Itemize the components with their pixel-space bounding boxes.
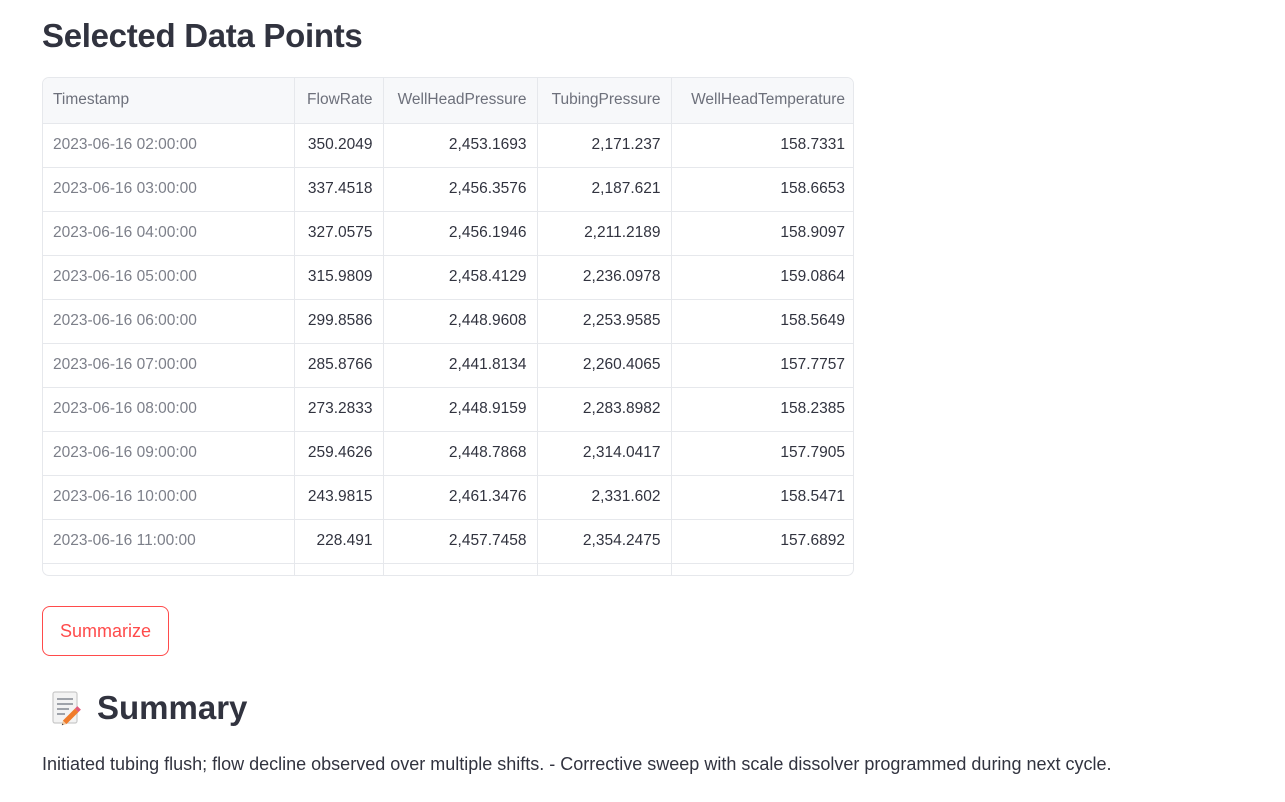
cell-wellheadtemperature[interactable]: 158.6653 — [671, 167, 853, 212]
cell-timestamp[interactable]: 2023-06-16 04:00:00 — [43, 211, 295, 256]
summary-text: Initiated tubing flush; flow decline obs… — [42, 754, 1112, 774]
cell-tubingpressure[interactable]: 2,253.9585 — [537, 299, 672, 344]
summarize-button[interactable]: Summarize — [42, 606, 169, 656]
cell-tubingpressure[interactable]: 2,260.4065 — [537, 343, 672, 388]
column-header-timestamp[interactable]: Timestamp — [43, 78, 295, 124]
table-row: 2023-06-16 02:00:00 350.2049 2,453.1693 … — [43, 123, 853, 168]
memo-icon — [50, 689, 84, 727]
cell-timestamp[interactable]: 2023-06-16 02:00:00 — [43, 123, 295, 168]
cell-timestamp[interactable]: 2023-06-16 07:00:00 — [43, 343, 295, 388]
cell-empty — [43, 563, 295, 575]
cell-flowrate[interactable]: 315.9809 — [294, 255, 384, 300]
data-table[interactable]: Timestamp FlowRate WellHeadPressure Tubi… — [42, 77, 854, 576]
cell-wellheadtemperature[interactable]: 158.5471 — [671, 475, 853, 520]
column-header-tubingpressure[interactable]: TubingPressure — [537, 78, 672, 124]
table-row: 2023-06-16 06:00:00 299.8586 2,448.9608 … — [43, 299, 853, 344]
cell-wellheadtemperature[interactable]: 158.2385 — [671, 387, 853, 432]
cell-wellheadpressure[interactable]: 2,458.4129 — [383, 255, 538, 300]
cell-wellheadtemperature[interactable]: 158.5649 — [671, 299, 853, 344]
cell-tubingpressure[interactable]: 2,354.2475 — [537, 519, 672, 564]
cell-empty — [537, 563, 672, 575]
cell-wellheadtemperature[interactable]: 158.9097 — [671, 211, 853, 256]
cell-timestamp[interactable]: 2023-06-16 05:00:00 — [43, 255, 295, 300]
cell-timestamp[interactable]: 2023-06-16 09:00:00 — [43, 431, 295, 476]
page-title: Selected Data Points — [42, 17, 363, 54]
cell-wellheadtemperature[interactable]: 157.7757 — [671, 343, 853, 388]
cell-timestamp[interactable]: 2023-06-16 03:00:00 — [43, 167, 295, 212]
cell-flowrate[interactable]: 299.8586 — [294, 299, 384, 344]
cell-tubingpressure[interactable]: 2,171.237 — [537, 123, 672, 168]
cell-wellheadpressure[interactable]: 2,448.9608 — [383, 299, 538, 344]
cell-wellheadpressure[interactable]: 2,441.8134 — [383, 343, 538, 388]
cell-flowrate[interactable]: 337.4518 — [294, 167, 384, 212]
table-row-partial — [43, 563, 853, 575]
cell-timestamp[interactable]: 2023-06-16 10:00:00 — [43, 475, 295, 520]
table-row: 2023-06-16 05:00:00 315.9809 2,458.4129 … — [43, 255, 853, 300]
cell-empty — [671, 563, 853, 575]
cell-wellheadpressure[interactable]: 2,456.1946 — [383, 211, 538, 256]
cell-tubingpressure[interactable]: 2,331.602 — [537, 475, 672, 520]
cell-timestamp[interactable]: 2023-06-16 11:00:00 — [43, 519, 295, 564]
cell-wellheadpressure[interactable]: 2,457.7458 — [383, 519, 538, 564]
cell-flowrate[interactable]: 243.9815 — [294, 475, 384, 520]
cell-tubingpressure[interactable]: 2,283.8982 — [537, 387, 672, 432]
cell-flowrate[interactable]: 350.2049 — [294, 123, 384, 168]
summary-heading-text: Summary — [97, 689, 248, 726]
cell-timestamp[interactable]: 2023-06-16 08:00:00 — [43, 387, 295, 432]
cell-wellheadtemperature[interactable]: 159.0864 — [671, 255, 853, 300]
table-row: 2023-06-16 09:00:00 259.4626 2,448.7868 … — [43, 431, 853, 476]
summary-heading: Summary — [50, 686, 247, 730]
cell-wellheadtemperature[interactable]: 158.7331 — [671, 123, 853, 168]
cell-tubingpressure[interactable]: 2,187.621 — [537, 167, 672, 212]
column-header-flowrate[interactable]: FlowRate — [294, 78, 384, 124]
page: Selected Data Points Timestamp FlowRate … — [0, 0, 1285, 802]
table-row: 2023-06-16 11:00:00 228.491 2,457.7458 2… — [43, 519, 853, 564]
column-header-wellheadtemperature[interactable]: WellHeadTemperature — [671, 78, 853, 124]
cell-tubingpressure[interactable]: 2,314.0417 — [537, 431, 672, 476]
column-header-wellheadpressure[interactable]: WellHeadPressure — [383, 78, 538, 124]
cell-flowrate[interactable]: 228.491 — [294, 519, 384, 564]
table-row: 2023-06-16 07:00:00 285.8766 2,441.8134 … — [43, 343, 853, 388]
cell-empty — [294, 563, 384, 575]
cell-wellheadpressure[interactable]: 2,453.1693 — [383, 123, 538, 168]
table-header-row: Timestamp FlowRate WellHeadPressure Tubi… — [43, 78, 853, 124]
cell-wellheadpressure[interactable]: 2,461.3476 — [383, 475, 538, 520]
cell-wellheadtemperature[interactable]: 157.7905 — [671, 431, 853, 476]
cell-wellheadpressure[interactable]: 2,448.7868 — [383, 431, 538, 476]
table-row: 2023-06-16 08:00:00 273.2833 2,448.9159 … — [43, 387, 853, 432]
cell-wellheadpressure[interactable]: 2,448.9159 — [383, 387, 538, 432]
cell-flowrate[interactable]: 285.8766 — [294, 343, 384, 388]
cell-tubingpressure[interactable]: 2,236.0978 — [537, 255, 672, 300]
cell-flowrate[interactable]: 273.2833 — [294, 387, 384, 432]
data-grid: Timestamp FlowRate WellHeadPressure Tubi… — [43, 78, 853, 575]
table-row: 2023-06-16 03:00:00 337.4518 2,456.3576 … — [43, 167, 853, 212]
cell-empty — [383, 563, 538, 575]
cell-wellheadpressure[interactable]: 2,456.3576 — [383, 167, 538, 212]
table-row: 2023-06-16 04:00:00 327.0575 2,456.1946 … — [43, 211, 853, 256]
table-row: 2023-06-16 10:00:00 243.9815 2,461.3476 … — [43, 475, 853, 520]
cell-tubingpressure[interactable]: 2,211.2189 — [537, 211, 672, 256]
cell-flowrate[interactable]: 327.0575 — [294, 211, 384, 256]
cell-timestamp[interactable]: 2023-06-16 06:00:00 — [43, 299, 295, 344]
cell-wellheadtemperature[interactable]: 157.6892 — [671, 519, 853, 564]
cell-flowrate[interactable]: 259.4626 — [294, 431, 384, 476]
